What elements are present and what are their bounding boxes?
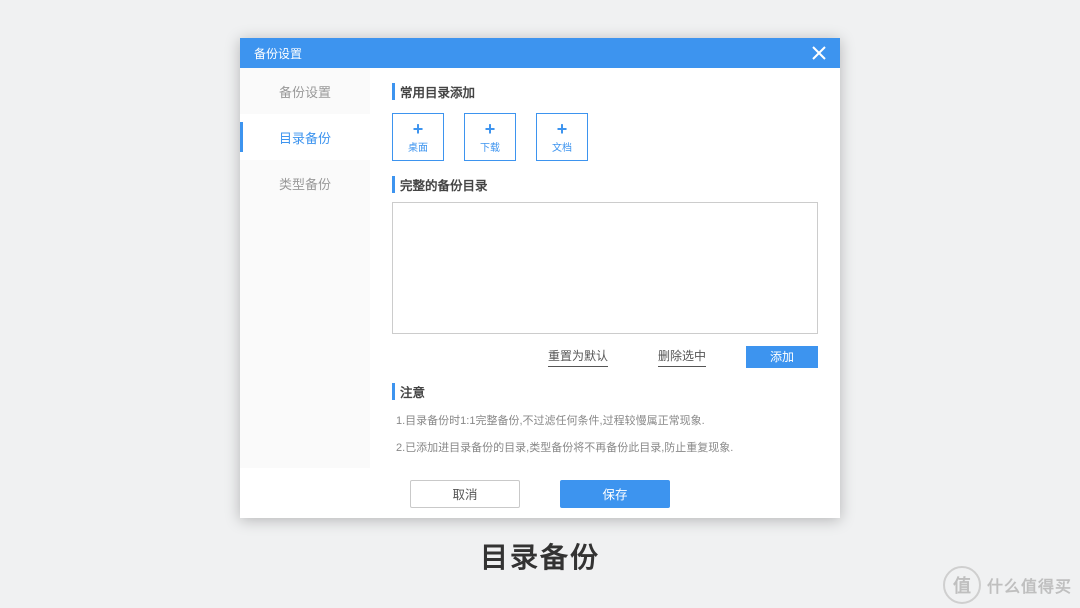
watermark-text: 什么值得买	[987, 573, 1072, 597]
add-button[interactable]: 添加	[746, 346, 818, 368]
sidebar-item-label: 类型备份	[279, 174, 331, 193]
delete-selected-link[interactable]: 删除选中	[658, 347, 706, 367]
quick-tiles-row: + 桌面 + 下载 + 文档	[392, 113, 818, 161]
notice-title: 注意	[392, 382, 818, 401]
titlebar: 备份设置	[240, 38, 840, 68]
quick-add-section-title: 常用目录添加	[392, 82, 818, 101]
sidebar-item-label: 备份设置	[279, 82, 331, 101]
notice-line-2: 2.已添加进目录备份的目录,类型备份将不再备份此目录,防止重复现象.	[396, 440, 818, 458]
dialog-title: 备份设置	[254, 45, 302, 62]
plus-icon: +	[413, 121, 424, 137]
quick-tile-label: 下载	[480, 139, 500, 154]
backup-settings-dialog: 备份设置 备份设置 目录备份 类型备份 常用目录添加 + 桌面	[240, 38, 840, 518]
quick-tile-documents[interactable]: + 文档	[536, 113, 588, 161]
reset-default-link[interactable]: 重置为默认	[548, 347, 608, 367]
sidebar-item-type-backup[interactable]: 类型备份	[240, 160, 370, 206]
quick-tile-label: 文档	[552, 139, 572, 154]
sidebar-item-backup-settings[interactable]: 备份设置	[240, 68, 370, 114]
save-button[interactable]: 保存	[560, 480, 670, 508]
notice-line-1: 1.目录备份时1:1完整备份,不过滤任何条件,过程较慢属正常现象.	[396, 413, 818, 431]
main-panel: 常用目录添加 + 桌面 + 下载 + 文档 完整的备份目录 重置为默认	[370, 68, 840, 468]
sidebar-item-label: 目录备份	[279, 128, 331, 147]
sidebar-item-directory-backup[interactable]: 目录备份	[240, 114, 370, 160]
close-icon[interactable]	[808, 42, 830, 64]
watermark: 值 什么值得买	[870, 562, 1080, 608]
full-backup-section-title: 完整的备份目录	[392, 175, 818, 194]
dialog-body: 备份设置 目录备份 类型备份 常用目录添加 + 桌面 + 下载	[240, 68, 840, 468]
dialog-footer: 取消 保存	[240, 468, 840, 518]
backup-directory-list[interactable]	[392, 202, 818, 334]
sidebar: 备份设置 目录备份 类型备份	[240, 68, 370, 468]
plus-icon: +	[485, 121, 496, 137]
watermark-badge-icon: 值	[943, 566, 981, 604]
cancel-button[interactable]: 取消	[410, 480, 520, 508]
quick-tile-label: 桌面	[408, 139, 428, 154]
quick-tile-desktop[interactable]: + 桌面	[392, 113, 444, 161]
plus-icon: +	[557, 121, 568, 137]
quick-tile-downloads[interactable]: + 下载	[464, 113, 516, 161]
list-actions-row: 重置为默认 删除选中 添加	[392, 346, 818, 368]
